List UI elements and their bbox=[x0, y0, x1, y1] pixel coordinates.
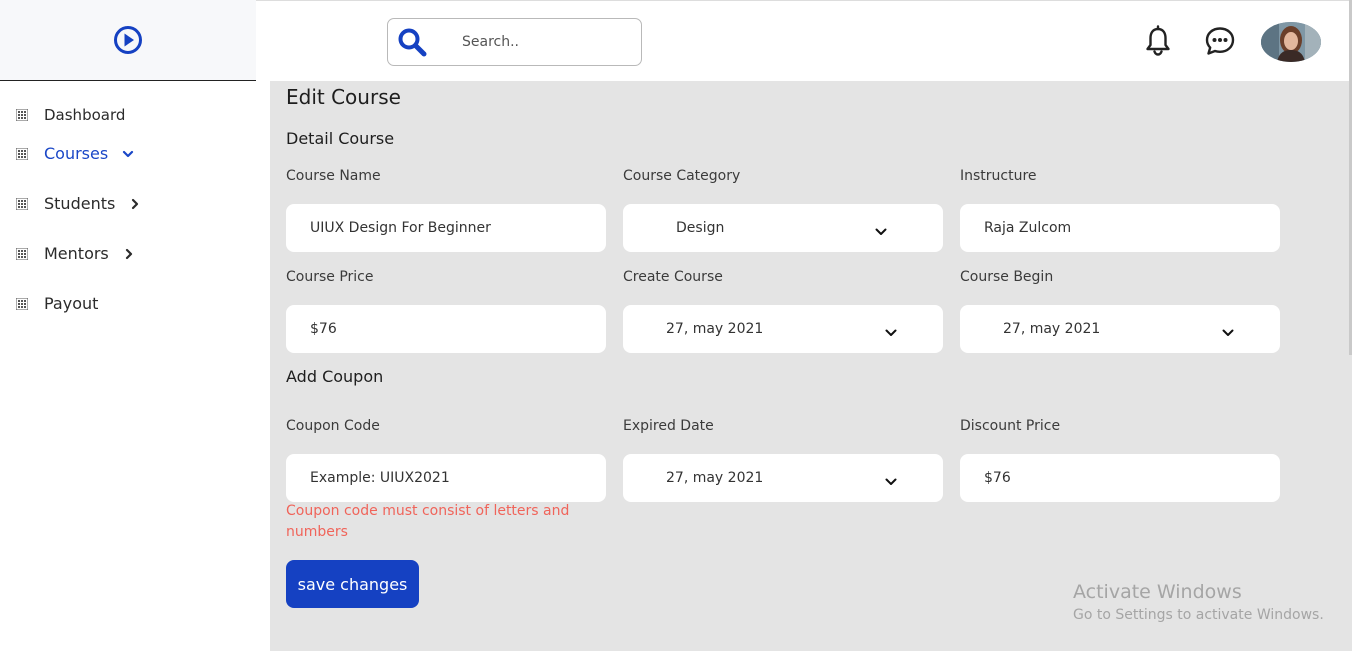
watermark-subtitle: Go to Settings to activate Windows. bbox=[1073, 607, 1324, 623]
sidebar-item-students[interactable]: Students bbox=[16, 194, 141, 213]
discount-price-label: Discount Price bbox=[960, 418, 1061, 434]
course-price-value: $76 bbox=[310, 321, 337, 337]
expired-date-value: 27, may 2021 bbox=[666, 470, 764, 486]
course-name-label: Course Name bbox=[286, 168, 381, 184]
sidebar-item-label: Payout bbox=[44, 294, 99, 313]
coupon-code-field[interactable]: Example: UIUX2021 bbox=[286, 454, 606, 502]
sidebar-item-label: Courses bbox=[44, 144, 109, 163]
sidebar-item-mentors[interactable]: Mentors bbox=[16, 244, 135, 263]
grid-icon bbox=[16, 247, 28, 260]
grid-icon bbox=[16, 109, 28, 121]
course-category-select[interactable]: Design bbox=[623, 204, 943, 252]
chevron-right-icon[interactable] bbox=[129, 198, 141, 210]
sidebar-item-payout[interactable]: Payout bbox=[16, 294, 98, 313]
course-begin-date-select[interactable]: 27, may 2021 bbox=[960, 305, 1280, 353]
instructure-label: Instructure bbox=[960, 168, 1037, 184]
coupon-code-value: Example: UIUX2021 bbox=[310, 470, 450, 486]
course-name-field[interactable]: UIUX Design For Beginner bbox=[286, 204, 606, 252]
avatar[interactable] bbox=[1261, 22, 1321, 62]
create-course-date-select[interactable]: 27, may 2021 bbox=[623, 305, 943, 353]
save-changes-button[interactable]: save changes bbox=[286, 560, 419, 608]
instructure-field[interactable]: Raja Zulcom bbox=[960, 204, 1280, 252]
add-coupon-heading: Add Coupon bbox=[286, 367, 384, 386]
course-begin-label: Course Begin bbox=[960, 269, 1054, 285]
chevron-down-icon[interactable] bbox=[1222, 329, 1234, 337]
chevron-down-icon[interactable] bbox=[885, 329, 897, 337]
sidebar-item-label: Dashboard bbox=[44, 106, 126, 124]
grid-icon bbox=[16, 147, 28, 160]
coupon-error-message: Coupon code must consist of letters and … bbox=[286, 503, 570, 540]
top-bar bbox=[256, 0, 1352, 81]
course-price-field[interactable]: $76 bbox=[286, 305, 606, 353]
watermark-title: Activate Windows bbox=[1073, 581, 1242, 603]
grid-icon bbox=[16, 297, 28, 310]
sidebar-item-label: Mentors bbox=[44, 244, 109, 263]
expired-date-select[interactable]: 27, may 2021 bbox=[623, 454, 943, 502]
page-title: Edit Course bbox=[286, 85, 401, 109]
course-name-value: UIUX Design For Beginner bbox=[310, 220, 491, 236]
course-begin-value: 27, may 2021 bbox=[1003, 321, 1101, 337]
sidebar-item-dashboard[interactable]: Dashboard bbox=[16, 106, 125, 124]
course-category-value: Design bbox=[676, 220, 725, 236]
discount-price-value: $76 bbox=[984, 470, 1011, 486]
sidebar-item-label: Students bbox=[44, 194, 116, 213]
chat-icon[interactable] bbox=[1204, 25, 1236, 57]
instructure-value: Raja Zulcom bbox=[984, 220, 1072, 236]
create-course-label: Create Course bbox=[623, 269, 723, 285]
chevron-down-icon[interactable] bbox=[885, 478, 897, 486]
user-avatar-image bbox=[1261, 22, 1321, 62]
main-content: Edit Course Detail Course Course Name Co… bbox=[270, 81, 1352, 651]
play-logo-icon bbox=[114, 26, 142, 54]
sidebar: Dashboard Courses Students Mentors Payou… bbox=[0, 0, 256, 651]
course-price-label: Course Price bbox=[286, 269, 374, 285]
chevron-right-icon[interactable] bbox=[123, 248, 135, 260]
bell-icon[interactable] bbox=[1143, 25, 1173, 57]
search-box[interactable] bbox=[387, 18, 642, 66]
grid-icon bbox=[16, 197, 28, 210]
create-course-value: 27, may 2021 bbox=[666, 321, 764, 337]
expired-date-label: Expired Date bbox=[623, 418, 714, 434]
discount-price-field[interactable]: $76 bbox=[960, 454, 1280, 502]
search-input[interactable] bbox=[462, 34, 622, 50]
course-category-label: Course Category bbox=[623, 168, 741, 184]
coupon-code-label: Coupon Code bbox=[286, 418, 380, 434]
windows-activation-watermark: Activate Windows Go to Settings to activ… bbox=[1073, 581, 1324, 623]
sidebar-item-courses[interactable]: Courses bbox=[16, 144, 134, 163]
chevron-down-icon[interactable] bbox=[875, 228, 887, 236]
search-icon[interactable] bbox=[396, 26, 428, 58]
logo[interactable] bbox=[0, 0, 256, 81]
detail-course-heading: Detail Course bbox=[286, 129, 395, 148]
chevron-down-icon[interactable] bbox=[122, 148, 134, 160]
